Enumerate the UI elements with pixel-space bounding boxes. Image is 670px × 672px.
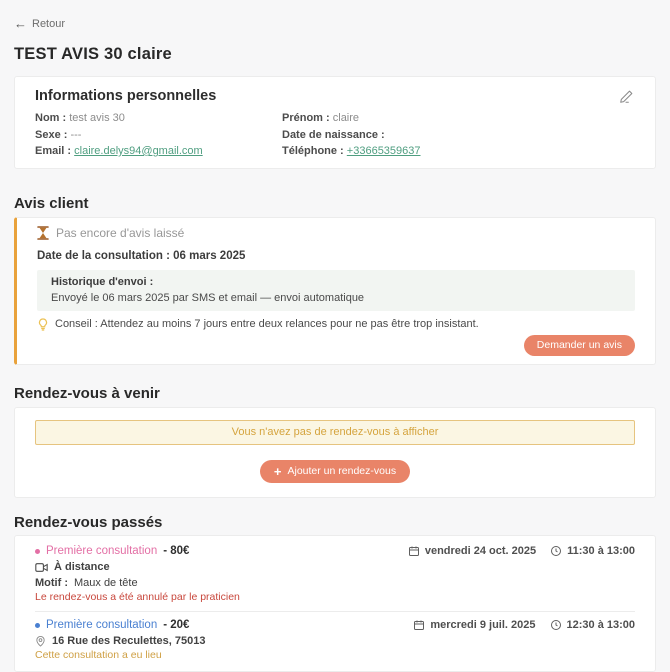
appointment-date: vendredi 24 oct. 2025 xyxy=(424,545,537,557)
personal-info-fields: Nom : test avis 30 Sexe : --- Email : cl… xyxy=(35,113,635,157)
appointment-status: Le rendez-vous a été annulé par le prati… xyxy=(35,591,240,603)
appointment-location-label: 16 Rue des Reculettes, 75013 xyxy=(52,635,206,647)
lightbulb-icon xyxy=(37,318,49,331)
appointment-mode-label: À distance xyxy=(54,561,110,573)
send-history-title: Historique d'envoi : xyxy=(51,276,154,288)
avis-client-card: Pas encore d'avis laissé Date de la cons… xyxy=(14,217,656,365)
field-prenom-value: claire xyxy=(332,112,360,124)
clock-icon xyxy=(550,545,562,557)
avis-empty-text: Pas encore d'avis laissé xyxy=(56,225,185,240)
send-history-entry: Envoyé le 06 mars 2025 par SMS et email … xyxy=(51,292,365,304)
appointment-status: Cette consultation a eu lieu xyxy=(35,649,162,661)
field-prenom-label: Prénom : xyxy=(282,112,330,124)
no-appointments-banner: Vous n'avez pas de rendez-vous à affiche… xyxy=(35,420,635,445)
past-appointments-card: Première consultation - 80€ vendredi 24 … xyxy=(14,535,656,672)
appointment-type[interactable]: Première consultation xyxy=(46,619,157,631)
appointment-motif: Motif : Maux de tête xyxy=(35,577,635,589)
avis-empty-state: Pas encore d'avis laissé xyxy=(37,226,635,240)
client-detail-page: ← Retour TEST AVIS 30 claire Information… xyxy=(0,0,670,672)
appointment-price: - 20€ xyxy=(163,619,190,631)
field-prenom: Prénom : claire xyxy=(282,113,421,124)
appointment-time: 11:30 à 13:00 xyxy=(567,545,635,557)
field-nom-label: Nom : xyxy=(35,112,67,124)
back-label: Retour xyxy=(32,17,66,30)
field-sexe: Sexe : --- xyxy=(35,128,282,141)
request-review-button[interactable]: Demander un avis xyxy=(523,335,635,356)
past-section-title: Rendez-vous passés xyxy=(14,514,163,531)
field-email: Email : claire.delys94@gmail.com xyxy=(35,146,282,157)
field-sexe-value: --- xyxy=(70,128,82,141)
hourglass-icon xyxy=(37,226,49,240)
pencil-icon xyxy=(619,90,633,107)
edit-button[interactable] xyxy=(617,88,635,106)
personal-info-card: Informations personnelles Nom : test avi… xyxy=(14,76,656,169)
appointment-row[interactable]: Première consultation - 80€ vendredi 24 … xyxy=(35,545,635,603)
field-nom: Nom : test avis 30 xyxy=(35,113,282,124)
appointment-type-dot xyxy=(35,622,40,628)
appointment-mode: À distance xyxy=(35,561,635,573)
field-email-label: Email : xyxy=(35,145,72,157)
calendar-icon xyxy=(408,545,420,557)
upcoming-section-title: Rendez-vous à venir xyxy=(14,385,160,402)
appointment-time: 12:30 à 13:00 xyxy=(566,619,636,631)
clock-icon xyxy=(550,619,562,631)
arrow-left-icon: ← xyxy=(14,16,27,31)
appointment-location: 16 Rue des Reculettes, 75013 xyxy=(35,635,635,647)
field-naissance: Date de naissance : xyxy=(282,128,421,141)
appointment-type-dot xyxy=(35,548,40,554)
personal-info-title: Informations personnelles xyxy=(35,88,217,104)
phone-link[interactable]: +33665359637 xyxy=(347,145,421,157)
send-history-box: Historique d'envoi : Envoyé le 06 mars 2… xyxy=(37,270,635,311)
video-camera-icon xyxy=(35,562,48,573)
appointment-price: - 80€ xyxy=(163,545,190,557)
page-title: TEST AVIS 30 claire xyxy=(14,45,172,63)
appointment-date: mercredi 9 juil. 2025 xyxy=(430,619,536,631)
upcoming-appointments-card: Vous n'avez pas de rendez-vous à affiche… xyxy=(14,407,656,498)
field-nom-value: test avis 30 xyxy=(69,112,125,124)
field-telephone-label: Téléphone : xyxy=(282,145,344,157)
tip-text: Conseil : Attendez au moins 7 jours entr… xyxy=(55,318,479,330)
back-link[interactable]: ← Retour xyxy=(14,16,66,31)
consultation-date: Date de la consultation : 06 mars 2025 xyxy=(37,250,635,262)
field-sexe-label: Sexe : xyxy=(35,128,68,141)
field-telephone: Téléphone : +33665359637 xyxy=(282,146,421,157)
appointment-motif-value: Maux de tête xyxy=(73,577,138,589)
location-pin-icon xyxy=(35,635,46,647)
avis-section-title: Avis client xyxy=(14,195,89,212)
consultation-date-value: 06 mars 2025 xyxy=(173,250,246,262)
add-appointment-button[interactable]: + Ajouter un rendez-vous xyxy=(259,460,411,483)
appointments-divider xyxy=(35,611,635,612)
appointment-motif-label: Motif : xyxy=(35,577,68,589)
add-appointment-label: Ajouter un rendez-vous xyxy=(287,465,397,477)
email-link[interactable]: claire.delys94@gmail.com xyxy=(74,145,203,157)
plus-icon: + xyxy=(273,464,282,479)
tip-row: Conseil : Attendez au moins 7 jours entr… xyxy=(37,318,635,331)
consultation-date-label: Date de la consultation : xyxy=(37,250,170,262)
appointment-row[interactable]: Première consultation - 20€ mercredi 9 j… xyxy=(35,619,635,661)
field-naissance-label: Date de naissance : xyxy=(282,128,385,141)
calendar-icon xyxy=(413,619,425,631)
appointment-type[interactable]: Première consultation xyxy=(46,545,157,557)
